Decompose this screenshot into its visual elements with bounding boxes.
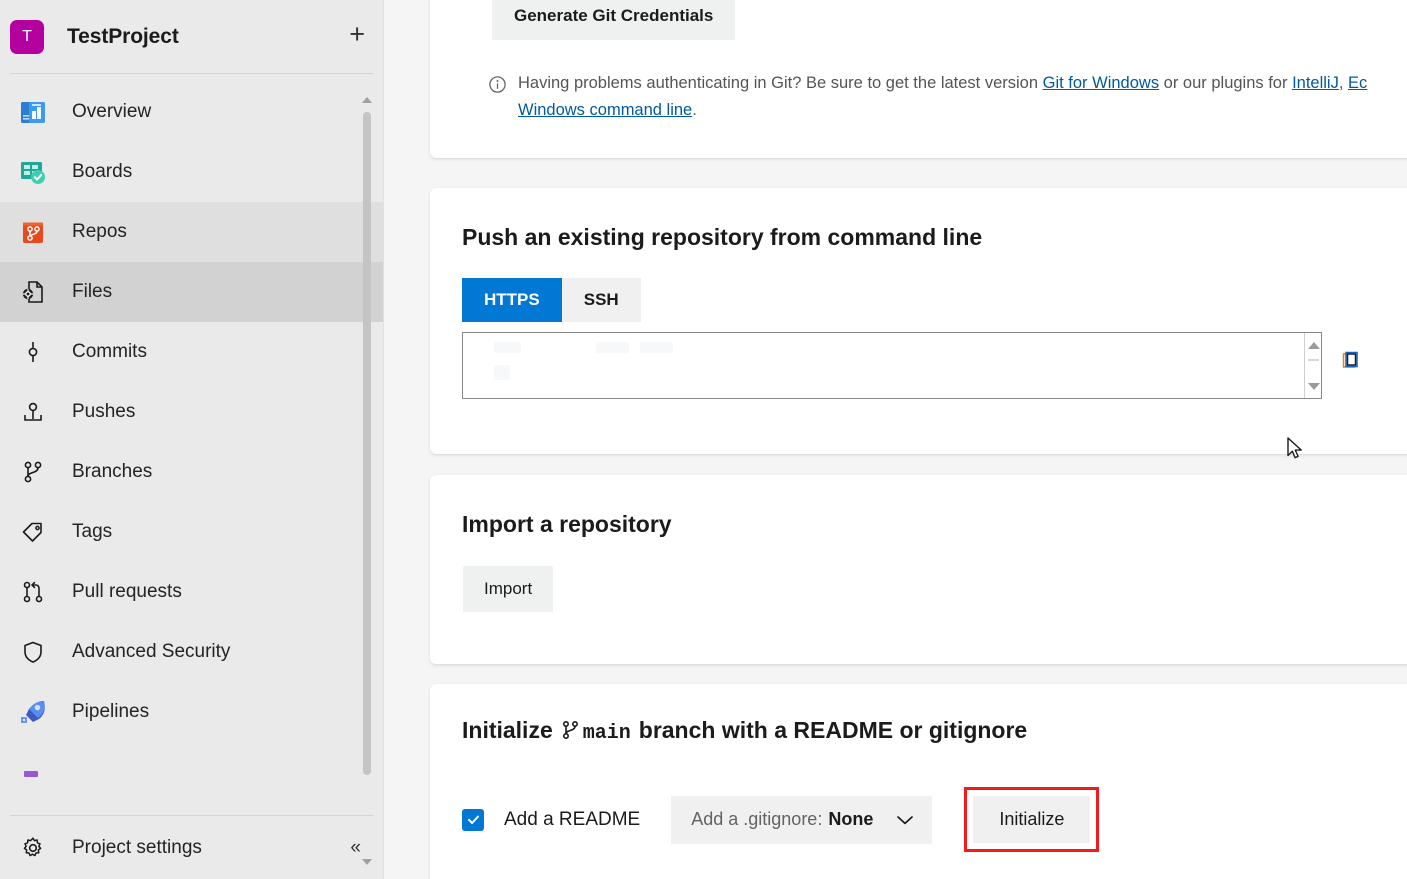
sidebar-item-label: Overview <box>72 101 151 123</box>
clone-command-scrollbar[interactable] <box>1304 333 1321 398</box>
sidebar-item-tags[interactable]: Tags <box>0 502 383 562</box>
gitignore-dropdown-prefix: Add a .gitignore: <box>691 809 822 830</box>
add-readme-checkbox[interactable]: Add a README <box>462 809 640 831</box>
sidebar: T TestProject + <box>0 0 384 879</box>
project-avatar: T <box>10 20 44 54</box>
initialize-options-row: Add a README Add a .gitignore: None Init… <box>462 787 1407 852</box>
sidebar-item-label: Pipelines <box>72 701 149 723</box>
shield-icon <box>10 639 56 665</box>
initialize-section-title: Initialize main branch with a README or … <box>462 684 1407 745</box>
chevron-double-left-icon[interactable]: « <box>350 837 361 859</box>
gitignore-dropdown-value: None <box>828 809 873 830</box>
caret-down-icon[interactable] <box>1305 378 1322 394</box>
tags-icon <box>10 519 56 545</box>
project-settings-label: Project settings <box>72 837 202 859</box>
import-button[interactable]: Import <box>463 566 553 612</box>
code-placeholder-block <box>640 342 673 353</box>
initialize-repo-card: Initialize main branch with a README or … <box>430 684 1407 879</box>
pull-requests-icon <box>10 579 56 605</box>
import-section-title: Import a repository <box>462 475 1407 538</box>
branch-icon <box>561 719 581 747</box>
git-auth-note: Having problems authenticating in Git? B… <box>488 70 1407 124</box>
commits-icon <box>10 339 56 365</box>
sidebar-item-files[interactable]: Files <box>0 262 383 322</box>
initialize-title-suffix: branch with a README or gitignore <box>639 717 1027 744</box>
note-part-2: or our plugins for <box>1159 74 1292 92</box>
sidebar-item-label: Pushes <box>72 401 135 423</box>
sidebar-item-label: Branches <box>72 461 152 483</box>
sidebar-item-test-plans-partial[interactable] <box>0 742 383 802</box>
initialize-title-prefix: Initialize <box>462 717 553 744</box>
repos-icon <box>10 217 56 247</box>
files-icon <box>10 279 56 305</box>
git-credentials-card: Generate Git Credentials Having problems… <box>430 0 1407 158</box>
sidebar-item-label: Files <box>72 281 112 303</box>
sidebar-item-advanced-security[interactable]: Advanced Security <box>0 622 383 682</box>
sidebar-item-branches[interactable]: Branches <box>0 442 383 502</box>
overview-icon <box>10 97 56 127</box>
tab-https[interactable]: HTTPS <box>462 278 562 322</box>
note-part-3: , <box>1339 74 1348 92</box>
sidebar-item-label: Advanced Security <box>72 641 230 663</box>
git-auth-note-text: Having problems authenticating in Git? B… <box>518 70 1367 124</box>
git-for-windows-link[interactable]: Git for Windows <box>1043 74 1159 92</box>
pushes-icon <box>10 399 56 425</box>
gear-icon <box>10 835 56 861</box>
tab-ssh[interactable]: SSH <box>562 278 641 322</box>
boards-icon <box>10 157 56 187</box>
initialize-button[interactable]: Initialize <box>973 796 1090 843</box>
sidebar-item-overview[interactable]: Overview <box>0 82 383 142</box>
info-icon <box>488 70 518 124</box>
sidebar-item-pull-requests[interactable]: Pull requests <box>0 562 383 622</box>
code-placeholder-block <box>596 342 629 353</box>
test-plans-icon <box>10 765 56 779</box>
windows-command-line-link[interactable]: Windows command line <box>518 101 692 119</box>
sidebar-item-label: Tags <box>72 521 112 543</box>
sidebar-item-label: Repos <box>72 221 127 243</box>
sidebar-item-label: Commits <box>72 341 147 363</box>
protocol-tabs: HTTPS SSH <box>462 278 1407 322</box>
intellij-link[interactable]: IntelliJ <box>1292 74 1339 92</box>
sidebar-item-pushes[interactable]: Pushes <box>0 382 383 442</box>
sidebar-item-project-settings[interactable]: Project settings « <box>0 816 383 879</box>
sidebar-item-boards[interactable]: Boards <box>0 142 383 202</box>
sidebar-item-commits[interactable]: Commits <box>0 322 383 382</box>
gitignore-dropdown[interactable]: Add a .gitignore: None <box>671 796 932 844</box>
add-readme-label: Add a README <box>504 809 640 831</box>
generate-git-credentials-button[interactable]: Generate Git Credentials <box>492 0 735 40</box>
project-name: TestProject <box>67 25 179 49</box>
sidebar-item-repos[interactable]: Repos <box>0 202 383 262</box>
add-new-button[interactable]: + <box>349 21 365 52</box>
clone-command-row <box>462 332 1407 399</box>
code-placeholder-block <box>494 342 521 353</box>
sidebar-scrollbar[interactable] <box>359 74 375 879</box>
sidebar-scrollbar-thumb[interactable] <box>363 112 371 775</box>
copy-clone-command-button[interactable] <box>1336 344 1368 376</box>
note-period: . <box>692 101 697 119</box>
pipelines-icon <box>10 697 56 727</box>
sidebar-item-label: Boards <box>72 161 132 183</box>
caret-up-icon[interactable] <box>1305 337 1322 353</box>
checkmark-icon <box>462 809 484 831</box>
project-header: T TestProject + <box>0 0 383 73</box>
sidebar-nav-scroll: Overview Boards <box>0 74 383 879</box>
clone-command-box[interactable] <box>462 332 1322 399</box>
branch-name: main <box>583 722 631 745</box>
sidebar-item-pipelines[interactable]: Pipelines <box>0 682 383 742</box>
azure-devops-repos-page: T TestProject + <box>0 0 1407 879</box>
sidebar-item-label: Pull requests <box>72 581 182 603</box>
sidebar-nav: Overview Boards <box>0 74 383 802</box>
push-section-title: Push an existing repository from command… <box>462 188 1407 251</box>
chevron-down-icon <box>896 814 914 826</box>
eclipse-link[interactable]: Ec <box>1348 74 1367 92</box>
branches-icon <box>10 459 56 485</box>
push-existing-repo-card: Push an existing repository from command… <box>430 188 1407 454</box>
code-placeholder-block <box>494 365 510 380</box>
main-content: Generate Git Credentials Having problems… <box>384 0 1407 879</box>
clone-scrollbar-thumb[interactable] <box>1308 359 1319 361</box>
initialize-button-highlight: Initialize <box>964 787 1099 852</box>
import-repo-card: Import a repository Import <box>430 475 1407 664</box>
note-part-1: Having problems authenticating in Git? B… <box>518 74 1043 92</box>
scroll-up-arrow-icon[interactable] <box>359 92 375 108</box>
